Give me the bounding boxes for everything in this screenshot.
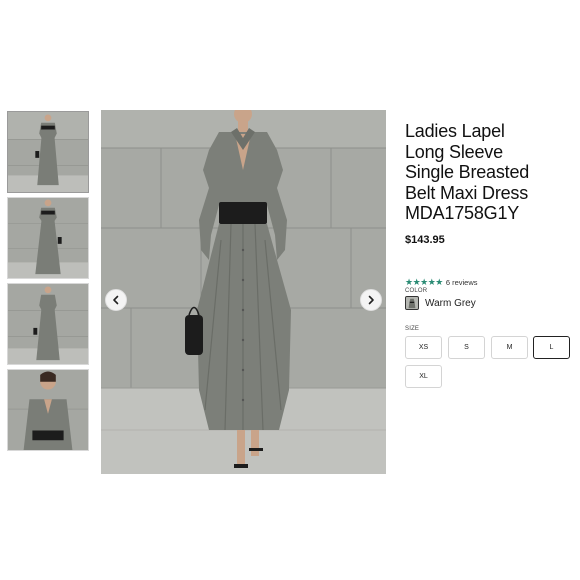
size-option-xs[interactable]: XS [405,336,442,359]
product-title-line: Long Sleeve [405,141,503,162]
size-option-xl[interactable]: XL [405,365,442,388]
product-title-line: MDA1758G1Y [405,203,520,223]
star-rating-icon: ★★★★★ [405,277,443,287]
size-option-m[interactable]: M [491,336,528,359]
next-image-button[interactable] [360,289,382,311]
product-price: $143.95 [405,233,445,246]
color-swatch-warm-grey[interactable] [405,296,419,310]
product-thumbnail-image [8,370,88,450]
previous-image-button[interactable] [105,289,127,311]
color-selector: Warm Grey [405,296,476,310]
thumbnail-1[interactable] [7,111,89,193]
swatch-dress-icon [406,297,418,309]
size-option-l[interactable]: L [533,336,570,359]
chevron-left-icon [113,295,119,305]
review-count[interactable]: 6 reviews [446,278,478,287]
product-info: Ladies Lapel Long Sleeve Single Breasted… [405,121,577,246]
chevron-right-icon [368,295,374,305]
main-product-image [101,110,386,474]
product-title-line: Single Breasted [405,162,530,182]
thumbnail-2[interactable] [7,197,89,279]
product-title-line: Belt Maxi Dress [405,182,529,203]
model-photo [101,110,386,474]
product-title-line: Ladies Lapel [405,121,505,141]
color-label: COLOR [405,288,428,294]
thumbnail-4[interactable] [7,369,89,451]
product-title: Ladies Lapel Long Sleeve Single Breasted… [405,121,577,224]
selected-color-name: Warm Grey [425,297,476,309]
reviews-summary[interactable]: ★★★★★ 6 reviews [405,277,478,287]
product-thumbnail-image [8,284,88,364]
size-label: SIZE [405,326,420,332]
thumbnail-3[interactable] [7,283,89,365]
product-thumbnail-image [8,198,88,278]
product-thumbnail-image [8,112,88,192]
size-option-s[interactable]: S [448,336,485,359]
